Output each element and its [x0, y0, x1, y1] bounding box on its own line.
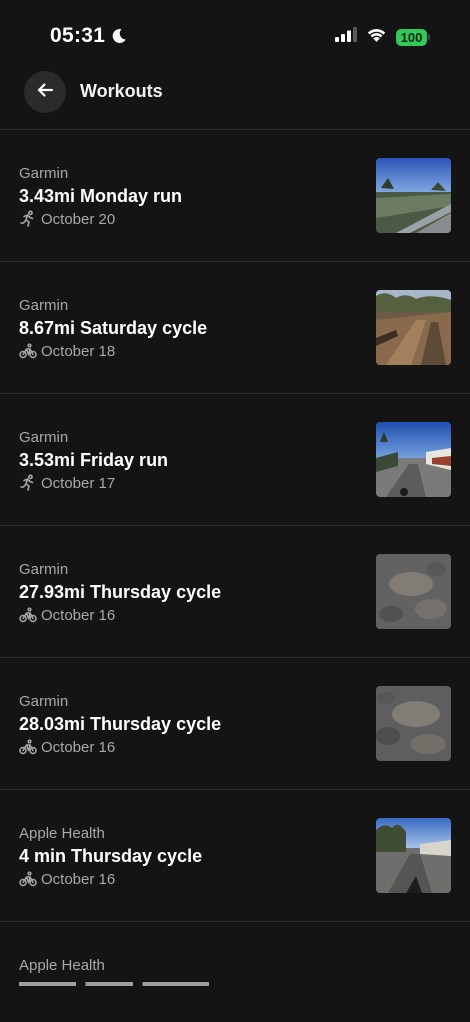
workout-source: Garmin — [19, 429, 69, 446]
workout-thumbnail[interactable] — [376, 422, 451, 497]
arrow-left-icon — [36, 81, 54, 104]
workout-source: Apple Health — [19, 957, 105, 974]
workout-date-row: October 16 — [19, 606, 115, 624]
workout-item[interactable]: Garmin 3.43mi Monday run October 20 — [0, 130, 470, 262]
workout-thumbnail[interactable] — [376, 554, 451, 629]
workout-title: 3.43mi Monday run — [19, 186, 183, 206]
status-time-label: 05:31 — [50, 24, 106, 47]
battery-level: 100 — [396, 28, 427, 46]
bike-icon — [19, 342, 37, 360]
workout-title-cutoff — [19, 982, 209, 986]
page-title: Workouts — [80, 81, 163, 101]
workout-date-row: October 16 — [19, 738, 115, 756]
bike-icon — [19, 738, 37, 756]
header: Workouts — [0, 71, 470, 130]
running-icon — [19, 210, 37, 228]
signal-icon — [335, 27, 357, 47]
workout-thumbnail[interactable] — [376, 818, 451, 893]
workout-list: Garmin 3.43mi Monday run October 20 Garm… — [0, 130, 470, 1022]
status-time: 05:31 — [50, 24, 128, 48]
workout-source: Apple Health — [19, 825, 105, 842]
workout-title: 28.03mi Thursday cycle — [19, 714, 222, 734]
workout-thumbnail[interactable] — [376, 158, 451, 233]
workout-date: October 16 — [41, 606, 116, 624]
workout-source: Garmin — [19, 693, 69, 710]
workout-date-row: October 18 — [19, 342, 115, 360]
running-icon — [19, 474, 37, 492]
workout-date: October 18 — [41, 342, 116, 360]
workout-item[interactable]: Apple Health 4 min Thursday cycle Octobe… — [0, 790, 470, 922]
workout-thumbnail[interactable] — [376, 290, 451, 365]
workout-date-row: October 17 — [19, 474, 115, 492]
workout-title: 4 min Thursday cycle — [19, 846, 203, 866]
workout-date-row: October 20 — [19, 210, 115, 228]
workout-date: October 20 — [41, 210, 116, 228]
workout-item-partial[interactable]: Apple Health — [0, 922, 470, 1022]
battery-cap — [428, 34, 430, 40]
status-indicators: 100 — [335, 27, 430, 47]
status-bar: 05:31 100 — [0, 0, 470, 70]
workout-source: Garmin — [19, 297, 69, 314]
workout-item[interactable]: Garmin 3.53mi Friday run October 17 — [0, 394, 470, 526]
workout-date: October 16 — [41, 870, 116, 888]
moon-icon — [110, 27, 128, 45]
workout-thumbnail[interactable] — [376, 686, 451, 761]
back-button[interactable] — [24, 71, 66, 113]
workout-item[interactable]: Garmin 28.03mi Thursday cycle October 16 — [0, 658, 470, 790]
workout-date: October 16 — [41, 738, 116, 756]
bike-icon — [19, 606, 37, 624]
workout-date-row: October 16 — [19, 870, 115, 888]
workout-date: October 17 — [41, 474, 116, 492]
workout-source: Garmin — [19, 165, 69, 182]
workout-item[interactable]: Garmin 8.67mi Saturday cycle October 18 — [0, 262, 470, 394]
wifi-icon — [366, 27, 387, 47]
workout-title: 27.93mi Thursday cycle — [19, 582, 222, 602]
workout-item[interactable]: Garmin 27.93mi Thursday cycle October 16 — [0, 526, 470, 658]
battery-icon: 100 — [396, 28, 430, 46]
workout-title: 8.67mi Saturday cycle — [19, 318, 208, 338]
workout-title: 3.53mi Friday run — [19, 450, 169, 470]
workout-source: Garmin — [19, 561, 69, 578]
bike-icon — [19, 870, 37, 888]
